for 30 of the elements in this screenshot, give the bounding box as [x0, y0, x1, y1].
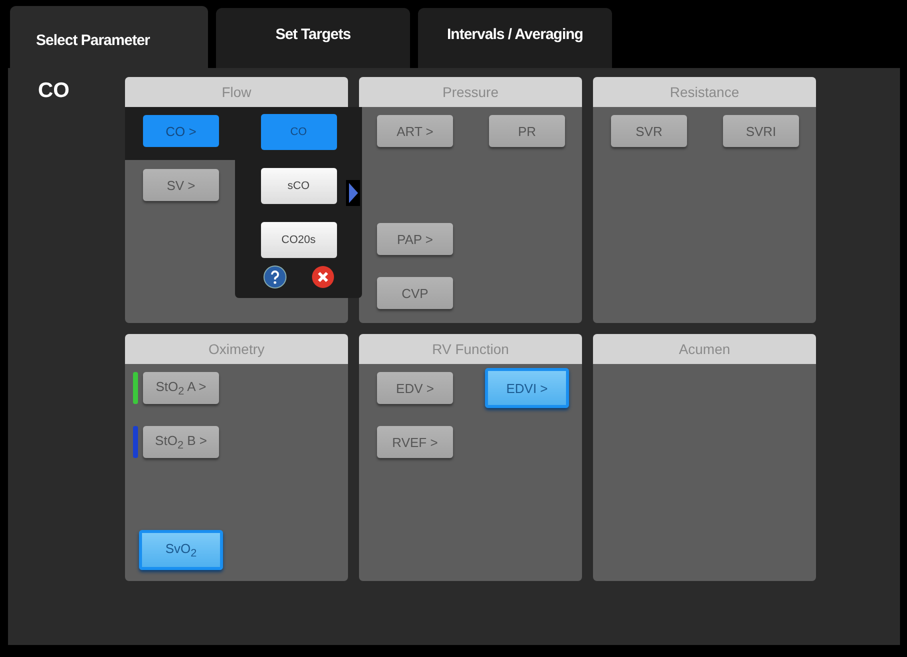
- panel-title: Acumen: [593, 334, 816, 364]
- current-parameter: CO: [38, 78, 70, 104]
- parameter-button[interactable]: RVEF >: [377, 426, 453, 458]
- tab[interactable]: Intervals / Averaging: [418, 8, 612, 68]
- parameter-button[interactable]: StO$_{2}$ B >: [143, 426, 219, 458]
- option-button[interactable]: sCO: [260, 168, 336, 204]
- parameter-button[interactable]: CO >: [143, 115, 219, 147]
- parameter-button[interactable]: CVP: [377, 277, 453, 309]
- parameter-button[interactable]: EDV >: [377, 372, 453, 404]
- parameter-button[interactable]: SVR: [611, 115, 687, 147]
- parameter-button[interactable]: PR: [489, 115, 565, 147]
- tab[interactable]: Set Targets: [216, 8, 410, 68]
- parameter-button[interactable]: EDVI >: [485, 368, 569, 408]
- close-icon[interactable]: [310, 265, 334, 289]
- panel-title: Flow: [125, 77, 348, 107]
- panel-title: Pressure: [359, 77, 582, 107]
- parameter-button[interactable]: StO$_{2}$ A >: [143, 372, 219, 404]
- option-button[interactable]: CO20s: [260, 222, 336, 258]
- parameter-button[interactable]: SV >: [143, 169, 219, 201]
- expand-arrow-icon[interactable]: [346, 180, 360, 206]
- tab[interactable]: Select Parameter: [10, 6, 208, 68]
- option-button[interactable]: CO: [260, 114, 336, 150]
- parameter-button[interactable]: ART >: [377, 115, 453, 147]
- panel-title: RV Function: [359, 334, 582, 364]
- panel-title: Resistance: [593, 77, 816, 107]
- help-icon[interactable]: [262, 265, 286, 289]
- parameter-button[interactable]: PAP >: [377, 223, 453, 255]
- panel-title: Oximetry: [125, 334, 348, 364]
- parameter-button[interactable]: SvO$_{2}$: [139, 530, 223, 570]
- parameter-button[interactable]: SVRI: [723, 115, 799, 147]
